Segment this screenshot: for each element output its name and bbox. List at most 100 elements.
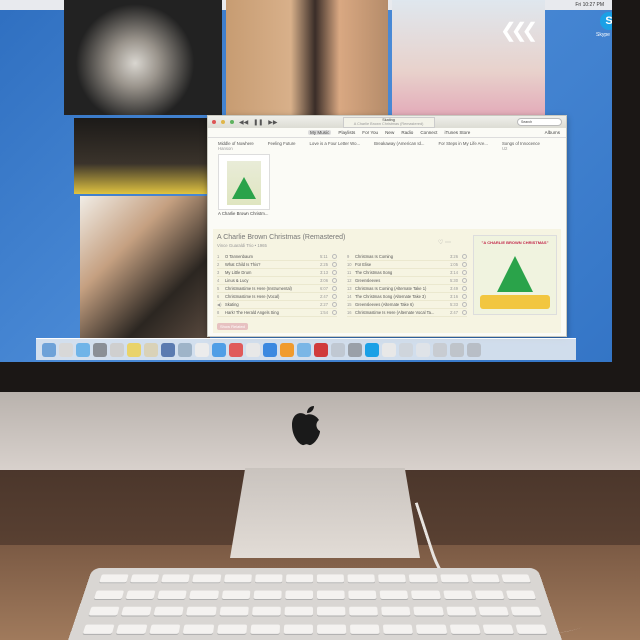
album-tile[interactable]: Feeling Future	[268, 141, 296, 152]
album-tile[interactable]: Middle of Nowhere Hanson	[218, 141, 254, 152]
keyboard-keys	[81, 574, 549, 638]
dock-app-icon[interactable]	[212, 343, 226, 357]
itunes-nav: My Music Playlists For You New Radio Con…	[208, 128, 566, 138]
download-icon[interactable]	[462, 262, 467, 267]
track-row[interactable]: 5 Christmastime Is Here (Instrumental) 6:0…	[217, 285, 337, 293]
next-track-icon[interactable]: ▶▶	[268, 119, 277, 126]
dock-app-icon[interactable]	[263, 343, 277, 357]
search-input[interactable]: Search	[517, 118, 562, 126]
menu-bar-clock: Fri 10:27 PM	[575, 2, 604, 8]
keyboard-key	[89, 607, 120, 616]
minimize-window-icon[interactable]	[221, 120, 225, 124]
track-number: 3	[217, 270, 225, 275]
dock-app-icon[interactable]	[382, 343, 396, 357]
album-tile[interactable]: Love is a Four Letter Wo...	[310, 141, 361, 152]
track-row[interactable]: 12 Greensleeves 5:30	[347, 277, 467, 285]
album-tile[interactable]: Breakaway (American Id...	[374, 141, 424, 152]
dock-app-icon[interactable]	[229, 343, 243, 357]
zoom-window-icon[interactable]	[230, 120, 234, 124]
now-playing-display[interactable]: Skating A Charlie Brown Christmas (Remas…	[343, 117, 435, 128]
tab-new[interactable]: New	[385, 130, 394, 135]
keyboard-key	[317, 624, 346, 633]
dock-app-icon[interactable]	[178, 343, 192, 357]
download-icon[interactable]	[332, 310, 337, 315]
skype-desktop-icon[interactable]: S	[600, 12, 612, 30]
track-row[interactable]: 16 Christmastime Is Here (Alternate Vocal…	[347, 309, 467, 317]
tab-my-music[interactable]: My Music	[308, 130, 331, 135]
download-icon[interactable]	[462, 254, 467, 259]
dock-app-icon[interactable]	[195, 343, 209, 357]
pause-icon[interactable]: ❚❚	[253, 119, 263, 126]
download-icon[interactable]	[462, 294, 467, 299]
dock-app-icon[interactable]	[280, 343, 294, 357]
track-row[interactable]: 9 Christmas Is Coming 3:26	[347, 253, 467, 261]
track-row[interactable]: 15 Greensleeves (Alternate Take 6) 5:33	[347, 301, 467, 309]
track-row[interactable]: 1 O Tannenbaum 5:11	[217, 253, 337, 261]
album-tile[interactable]: For Steps in My Life Are...	[439, 141, 488, 152]
track-row[interactable]: 8 Hark! The Herald Angels Sing 1:54	[217, 309, 337, 317]
dock-app-icon[interactable]	[416, 343, 430, 357]
tab-playlists[interactable]: Playlists	[338, 130, 355, 135]
download-icon[interactable]	[332, 278, 337, 283]
dock-app-icon[interactable]	[76, 343, 90, 357]
track-row[interactable]: 2 What Child Is This? 2:25	[217, 261, 337, 269]
download-icon[interactable]	[462, 310, 467, 315]
dock-app-icon[interactable]	[331, 343, 345, 357]
track-duration: 3:06	[320, 278, 332, 283]
albums-dropdown[interactable]: Albums	[545, 130, 560, 135]
dock-app-icon[interactable]	[110, 343, 124, 357]
dock-app-icon[interactable]	[246, 343, 260, 357]
track-row[interactable]: 4 Linus & Lucy 3:06	[217, 277, 337, 285]
dock-app-icon[interactable]	[144, 343, 158, 357]
download-icon[interactable]	[462, 286, 467, 291]
keyboard-key	[94, 590, 124, 598]
heart-icon[interactable]: ♡ ⋯	[438, 239, 451, 246]
track-row[interactable]: 14 The Christmas Song (Alternate Take 3) 3…	[347, 293, 467, 301]
track-title: Greensleeves (Alternate Take 6)	[355, 302, 450, 307]
dock-app-icon[interactable]	[127, 343, 141, 357]
dock-app-icon[interactable]	[314, 343, 328, 357]
download-icon[interactable]	[332, 270, 337, 275]
selected-album-thumb[interactable]	[218, 154, 270, 210]
download-icon[interactable]	[462, 302, 467, 307]
keyboard-key	[348, 590, 376, 598]
track-row[interactable]: 13 Christmas Is Coming (Alternate Take 1)…	[347, 285, 467, 293]
keyboard-key	[150, 624, 181, 633]
show-related-button[interactable]: Show Related	[217, 323, 248, 330]
tab-radio[interactable]: Radio	[401, 130, 413, 135]
previous-track-icon[interactable]: ◀◀	[239, 119, 248, 126]
keyboard-key	[154, 607, 184, 616]
dock-app-icon[interactable]	[42, 343, 56, 357]
tab-for-you[interactable]: For You	[362, 130, 378, 135]
download-icon[interactable]	[332, 302, 337, 307]
album-tile[interactable]: Songs of Innocence U2	[502, 141, 540, 152]
download-icon[interactable]	[332, 286, 337, 291]
track-row[interactable]: 11 The Christmas Song 3:14	[347, 269, 467, 277]
dock-app-icon[interactable]	[93, 343, 107, 357]
skype-dock-icon[interactable]	[365, 343, 379, 357]
track-row[interactable]: 10 Für Elise 1:05	[347, 261, 467, 269]
download-icon[interactable]	[462, 278, 467, 283]
dock-app-icon[interactable]	[348, 343, 362, 357]
track-row[interactable]: 3 My Little Drum 3:13	[217, 269, 337, 277]
track-title: Christmas Is Coming (Alternate Take 1)	[355, 286, 450, 291]
dock-app-icon[interactable]	[433, 343, 447, 357]
dock-app-icon[interactable]	[297, 343, 311, 357]
tab-connect[interactable]: Connect	[420, 130, 437, 135]
keyboard-key	[121, 607, 152, 616]
download-icon[interactable]	[462, 270, 467, 275]
track-row[interactable]: 6 Christmastime Is Here (Vocal) 2:47	[217, 293, 337, 301]
chevron-left-icon[interactable]: ❮❮❮	[500, 18, 532, 43]
close-window-icon[interactable]	[212, 120, 216, 124]
track-row[interactable]: ◀) Skating 2:27	[217, 301, 337, 309]
dock-app-icon[interactable]	[467, 343, 481, 357]
dock-app-icon[interactable]	[399, 343, 413, 357]
tab-itunes-store[interactable]: iTunes Store	[444, 130, 470, 135]
download-icon[interactable]	[332, 294, 337, 299]
dock-app-icon[interactable]	[161, 343, 175, 357]
download-icon[interactable]	[332, 262, 337, 267]
dock-app-icon[interactable]	[450, 343, 464, 357]
dock-app-icon[interactable]	[59, 343, 73, 357]
track-duration: 3:49	[450, 286, 462, 291]
download-icon[interactable]	[332, 254, 337, 259]
